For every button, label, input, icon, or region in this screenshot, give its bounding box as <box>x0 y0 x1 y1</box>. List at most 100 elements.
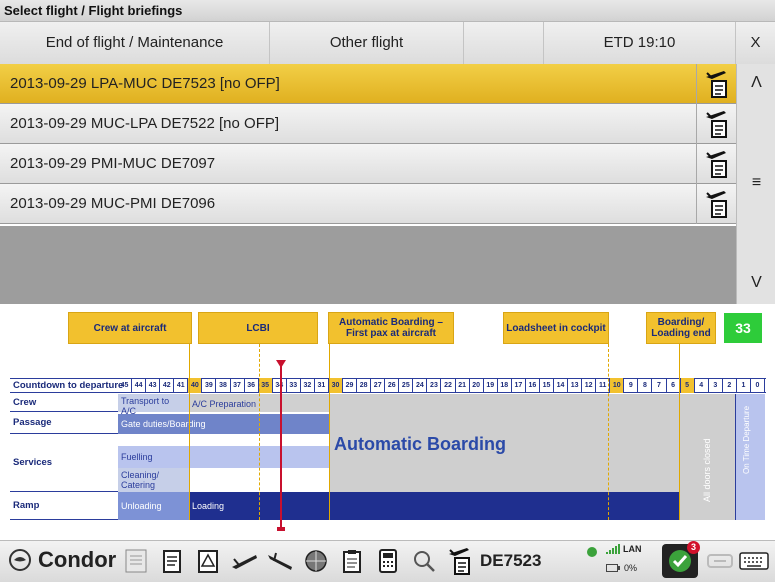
globe-icon[interactable] <box>300 545 332 577</box>
countdown-tick: 22 <box>442 378 456 393</box>
countdown-tick: 39 <box>202 378 217 393</box>
countdown-tick: 2 <box>723 378 737 393</box>
keyboard-icon[interactable] <box>738 545 770 577</box>
bar-doors-closed: All doors closed <box>679 394 735 520</box>
top-tabs: End of flight / Maintenance Other flight… <box>0 22 775 65</box>
flight-row-4[interactable]: 2013-09-29 MUC-PMI DE7096 <box>0 184 736 224</box>
row-passage: Passage <box>10 412 118 434</box>
countdown-tick: 30 <box>328 378 344 393</box>
flight-row-3[interactable]: 2013-09-29 PMI-MUC DE7097 <box>0 144 736 184</box>
current-time-marker-foot <box>277 527 285 531</box>
bar-fuelling: Fuelling <box>118 446 329 468</box>
milestone-lcbi: LCBI <box>198 312 318 344</box>
doors-closed-label: All doors closed <box>702 438 712 502</box>
milestone-automatic-boarding: Automatic Boarding – First pax at aircra… <box>328 312 454 344</box>
countdown-badge: 33 <box>724 313 762 343</box>
notes-icon[interactable] <box>120 545 152 577</box>
milestone-crew-at-aircraft: Crew at aircraft <box>68 312 192 344</box>
online-status-icon <box>586 545 598 563</box>
flight-row-2[interactable]: 2013-09-29 MUC-LPA DE7522 [no OFP] <box>0 104 736 144</box>
empty-list-area <box>0 226 736 304</box>
milestone-line <box>679 344 680 520</box>
countdown-tick: 27 <box>371 378 386 393</box>
briefing-document-icon[interactable] <box>696 184 736 224</box>
countdown-tick: 13 <box>568 378 583 393</box>
warning-document-icon[interactable] <box>192 545 224 577</box>
countdown-tick: 8 <box>638 378 653 393</box>
countdown-tick: 15 <box>540 378 555 393</box>
milestone-loadsheet: Loadsheet in cockpit <box>503 312 609 344</box>
countdown-tick: 20 <box>470 378 484 393</box>
countdown-tick: 16 <box>526 378 540 393</box>
condor-logo-icon <box>9 549 31 571</box>
countdown-header-label: Countdown to departure <box>13 380 124 391</box>
document-icon[interactable] <box>156 545 188 577</box>
briefing-document-icon[interactable] <box>696 104 736 144</box>
current-time-marker <box>280 362 282 530</box>
countdown-tick: 21 <box>456 378 470 393</box>
countdown-tick: 28 <box>357 378 372 393</box>
bar-loading: Loading <box>189 492 679 520</box>
briefing-document-icon[interactable] <box>696 64 736 104</box>
countdown-tick: 23 <box>427 378 442 393</box>
countdown-tick: 14 <box>554 378 569 393</box>
countdown-ticks: 4544434241403938373635343332313029282726… <box>118 378 765 393</box>
flight-label: 2013-09-29 MUC-PMI DE7096 <box>10 195 216 212</box>
briefing-document-icon[interactable] <box>696 144 736 184</box>
countdown-tick: 45 <box>118 378 133 393</box>
calculator-icon[interactable] <box>372 545 404 577</box>
countdown-tick: 12 <box>582 378 597 393</box>
countdown-tick: 37 <box>231 378 245 393</box>
scroll-down-button[interactable]: V <box>737 274 775 292</box>
close-button[interactable]: X <box>736 22 775 64</box>
countdown-tick: 43 <box>146 378 161 393</box>
scroll-thumb[interactable]: ≡ <box>737 174 775 192</box>
countdown-tick: 26 <box>385 378 400 393</box>
milestone-line <box>329 344 330 520</box>
countdown-tick: 5 <box>680 378 695 393</box>
briefing-document-icon[interactable] <box>444 545 476 577</box>
network-status: LAN <box>606 543 642 555</box>
checklist-button[interactable]: 3 <box>662 541 700 578</box>
tab-other-flight[interactable]: Other flight <box>270 22 464 64</box>
search-icon[interactable] <box>408 545 440 577</box>
takeoff-icon[interactable] <box>228 545 260 577</box>
milestone-line <box>259 344 260 520</box>
flight-list: 2013-09-29 LPA-MUC DE7523 [no OFP] 2013-… <box>0 64 736 224</box>
countdown-tick: 18 <box>498 378 512 393</box>
tab-empty <box>464 22 544 64</box>
countdown-tick: 31 <box>315 378 329 393</box>
tab-end-of-flight[interactable]: End of flight / Maintenance <box>0 22 270 64</box>
row-crew: Crew <box>10 394 118 412</box>
etd-label: ETD 19:10 <box>544 22 736 64</box>
scroll-up-button[interactable]: Λ <box>737 74 775 92</box>
sync-icon[interactable] <box>704 545 736 577</box>
countdown-tick: 29 <box>343 378 358 393</box>
countdown-tick: 32 <box>301 378 315 393</box>
flight-label: 2013-09-29 MUC-LPA DE7522 [no OFP] <box>10 115 280 132</box>
taskbar: Condor DE7523 LAN 0% 3 <box>0 540 775 582</box>
signal-icon <box>606 544 620 554</box>
row-services: Services <box>10 434 118 492</box>
countdown-tick: 0 <box>751 378 765 393</box>
landing-icon[interactable] <box>264 545 296 577</box>
countdown-tick: 44 <box>132 378 147 393</box>
notification-badge: 3 <box>687 541 700 554</box>
battery-label: 0% <box>624 563 638 573</box>
countdown-tick: 17 <box>512 378 526 393</box>
flight-label: 2013-09-29 LPA-MUC DE7523 [no OFP] <box>10 75 280 92</box>
condor-logo[interactable]: Condor <box>8 547 116 573</box>
clipboard-icon[interactable] <box>336 545 368 577</box>
bar-gate-duties: Gate duties/Boarding <box>118 414 329 434</box>
countdown-tick: 4 <box>695 378 709 393</box>
flight-row-1[interactable]: 2013-09-29 LPA-MUC DE7523 [no OFP] <box>0 64 736 104</box>
current-flight-label[interactable]: DE7523 <box>480 551 541 571</box>
bar-cleaning: Cleaning/ Catering <box>118 468 189 492</box>
countdown-tick: 25 <box>399 378 414 393</box>
countdown-tick: 19 <box>484 378 498 393</box>
bar-on-time-departure: On Time Departure <box>735 394 765 520</box>
bar-unloading: Unloading <box>118 492 189 520</box>
countdown-tick: 33 <box>287 378 301 393</box>
list-scrollbar[interactable]: Λ ≡ V <box>736 64 775 304</box>
countdown-tick: 1 <box>737 378 751 393</box>
